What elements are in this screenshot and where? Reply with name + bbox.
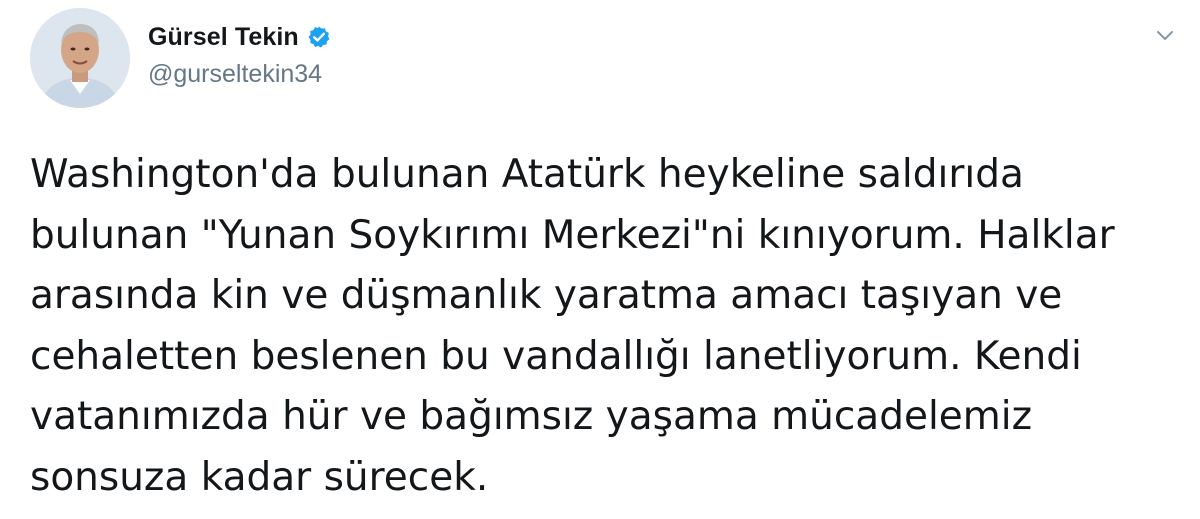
tweet-card: Gürsel Tekin @gurseltekin34 Washington'd…: [0, 0, 1200, 519]
tweet-text-line: Washington'da bulunan Atatürk heykeline …: [30, 152, 1024, 197]
user-handle[interactable]: @gurseltekin34: [148, 60, 331, 89]
display-name[interactable]: Gürsel Tekin: [148, 23, 299, 52]
tweet-text-line: arasında kin ve düşmanlık yaratma amacı …: [30, 273, 1063, 318]
tweet-text-line: vatanımızda hür ve bağımsız yaşama mücad…: [30, 394, 1033, 439]
tweet-text-line: cehaletten beslenen bu vandallığı lanetl…: [30, 333, 1082, 379]
avatar[interactable]: [30, 8, 130, 108]
tweet-text-line: bulunan "Yunan Soykırımı Merkezi"ni kını…: [30, 212, 1115, 258]
verified-badge-icon: [307, 25, 331, 49]
user-info: Gürsel Tekin @gurseltekin34: [148, 22, 331, 89]
chevron-down-icon[interactable]: [1154, 24, 1176, 46]
tweet-text-line: sonsuza kadar sürecek.: [30, 454, 489, 500]
name-row: Gürsel Tekin: [148, 22, 331, 52]
avatar-image: [30, 8, 130, 108]
tweet-text: Washington'da bulunan Atatürk heykeline …: [30, 145, 1180, 508]
